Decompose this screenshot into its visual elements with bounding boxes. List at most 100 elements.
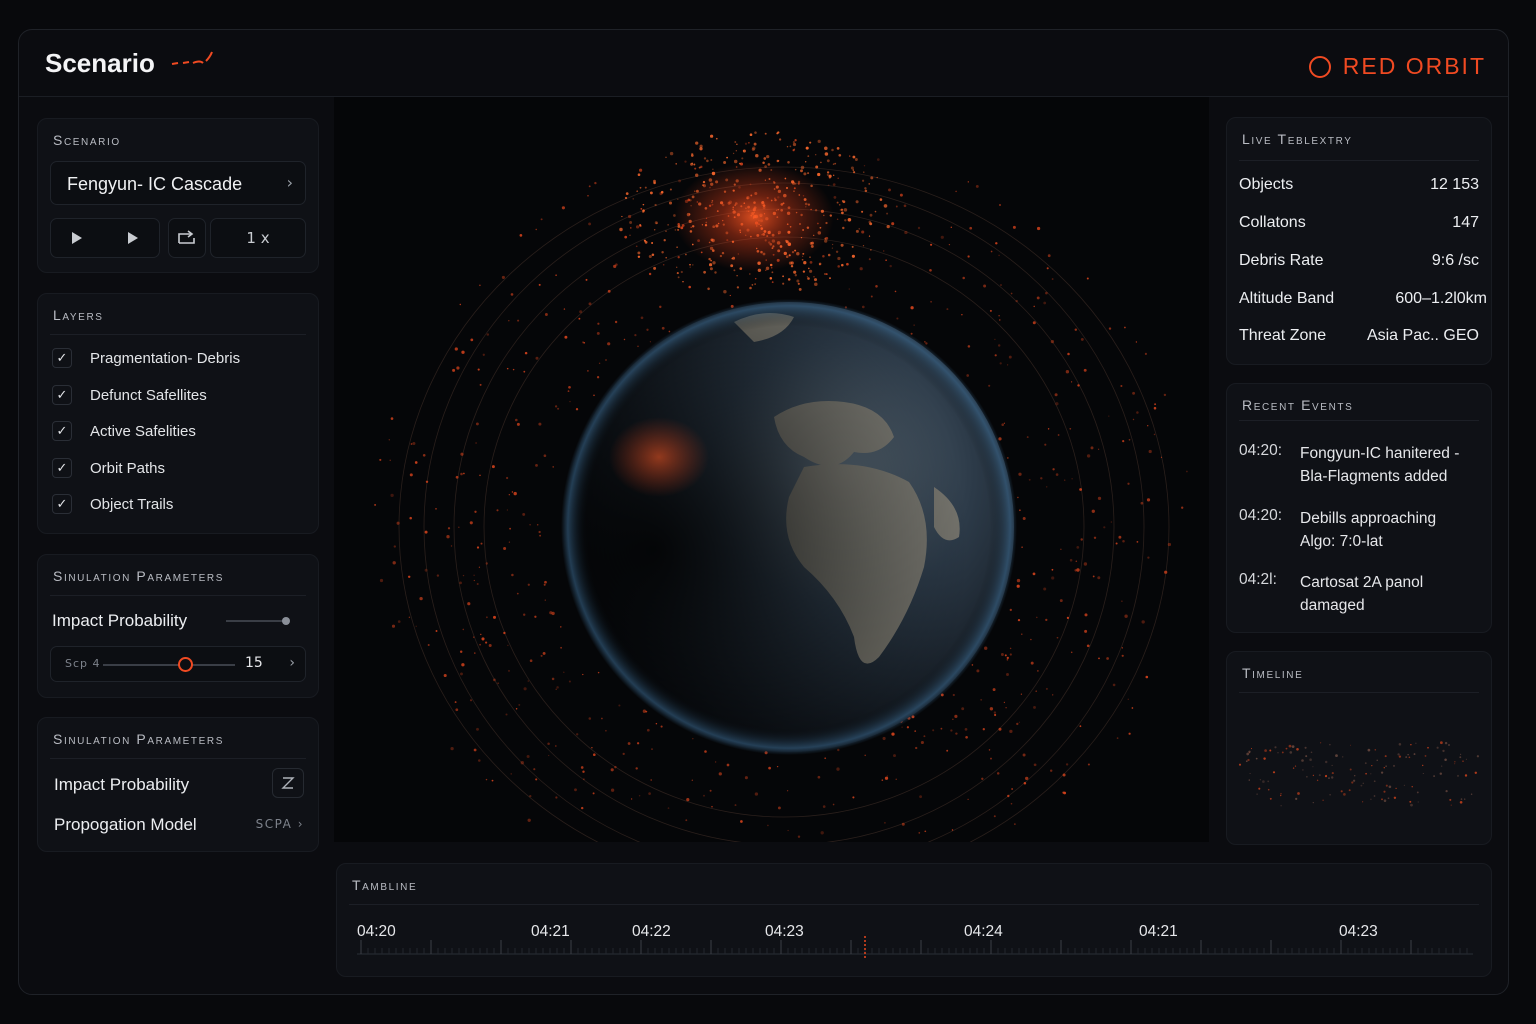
debris-particle [1040, 477, 1043, 480]
debris-particle [535, 228, 537, 231]
debris-particle [840, 243, 844, 247]
scp-slider-track[interactable] [103, 664, 235, 666]
checkbox-checked[interactable]: ✓ [52, 348, 72, 368]
debris-particle [476, 582, 479, 586]
checkbox-checked[interactable]: ✓ [52, 385, 72, 405]
debris-particle [704, 750, 707, 753]
debris-particle [396, 521, 400, 525]
debris-particle [632, 198, 634, 200]
debris-particle [826, 159, 830, 163]
debris-particle [961, 313, 963, 316]
debris-particle [1164, 570, 1168, 574]
debris-particle [965, 735, 968, 739]
timeline-point [1422, 764, 1424, 767]
debris-particle [894, 290, 897, 293]
debris-particle [450, 746, 454, 751]
debris-particle [910, 306, 914, 310]
timeline-point [1258, 787, 1261, 790]
debris-particle [477, 368, 480, 371]
timeline-point [1324, 775, 1328, 778]
step-forward-button[interactable] [107, 219, 159, 257]
debris-particle [1147, 556, 1150, 559]
debris-particle [929, 268, 932, 272]
layer-item-object-trails[interactable]: ✓ Object Trails [52, 493, 173, 515]
debris-particle [868, 235, 871, 237]
event-description: Fongyun-IC hanitered - Bla-Flagments adde… [1300, 442, 1459, 488]
debris-particle [800, 165, 805, 170]
timeline-point [1456, 774, 1460, 777]
layer-item-orbit-paths[interactable]: ✓ Orbit Paths [52, 457, 165, 479]
debris-particle [1083, 368, 1087, 372]
timeline-point [1277, 752, 1279, 754]
debris-particle [455, 708, 459, 712]
telemetry-row-threat-zone: Threat Zone Asia Pac.. GEO [1239, 327, 1479, 351]
debris-particle [509, 527, 511, 530]
debris-particle [690, 162, 694, 166]
propagation-model-select[interactable]: SCPA › [256, 817, 304, 831]
debris-particle [1086, 454, 1091, 458]
impact-probability-slider[interactable] [226, 617, 290, 625]
debris-particle [993, 711, 997, 714]
play-button[interactable] [51, 219, 103, 257]
debris-particle [891, 222, 895, 226]
timeline-point [1367, 748, 1371, 752]
debris-particle [1067, 352, 1070, 356]
debris-particle [1131, 707, 1134, 709]
debris-particle [473, 748, 477, 752]
timeline-point [1352, 779, 1356, 782]
debris-particle [988, 384, 991, 387]
debris-particle [513, 491, 517, 496]
debris-particle [646, 328, 649, 331]
debris-particle [1116, 737, 1119, 739]
debris-particle [1006, 673, 1009, 676]
layer-item-active[interactable]: ✓ Active Safelities [52, 420, 196, 442]
checkbox-checked[interactable]: ✓ [52, 494, 72, 514]
debris-particle [852, 155, 856, 159]
debris-particle [1090, 446, 1094, 450]
debris-particle [684, 160, 687, 163]
debris-particle [805, 146, 809, 150]
chevron-right-icon: › [286, 173, 293, 192]
speed-select[interactable]: 1 x [210, 218, 306, 258]
debris-particle [414, 461, 418, 464]
debris-particle [832, 803, 835, 806]
debris-particle [393, 545, 396, 548]
expand-icon[interactable] [272, 768, 304, 798]
layer-item-fragmentation[interactable]: ✓ Pragmentation- Debris [52, 347, 240, 369]
debris-particle [869, 213, 873, 217]
scp-label: Scp 4 [65, 657, 101, 670]
debris-particle [833, 174, 835, 176]
debris-particle [817, 775, 821, 779]
debris-particle [1069, 558, 1073, 562]
debris-particle [1124, 326, 1126, 329]
debris-particle [1045, 618, 1048, 622]
chevron-right-icon: › [297, 817, 304, 831]
debris-particle [560, 646, 562, 649]
debris-particle [782, 282, 785, 285]
debris-particle [473, 574, 475, 576]
timeline-point [1353, 774, 1356, 777]
checkbox-checked[interactable]: ✓ [52, 458, 72, 478]
debris-particle [515, 707, 518, 710]
repeat-button[interactable] [168, 218, 206, 258]
timeline-point [1470, 793, 1473, 795]
debris-particle [533, 768, 536, 771]
debris-particle [703, 157, 707, 160]
debris-particle [1030, 638, 1032, 641]
layer-item-defunct[interactable]: ✓ Defunct Safellites [52, 384, 207, 406]
debris-particle [1062, 773, 1066, 777]
chevron-right-icon[interactable]: › [289, 655, 295, 671]
checkbox-checked[interactable]: ✓ [52, 421, 72, 441]
debris-particle [485, 562, 489, 565]
scenario-select[interactable]: Fengyun- IC Cascade › [50, 161, 306, 205]
bottom-timeline-panel[interactable]: Tambline 04:20 04:21 04:22 04:23 04:24 0… [336, 863, 1492, 977]
timeline-point [1312, 774, 1315, 777]
debris-particle [946, 308, 949, 311]
debris-particle [636, 742, 640, 745]
debris-particle [1092, 575, 1095, 578]
globe-viewport[interactable] [334, 97, 1209, 888]
debris-particle [726, 156, 728, 159]
debris-particle [601, 717, 603, 720]
scp-slider-knob[interactable] [177, 657, 193, 672]
slider-knob[interactable] [282, 617, 290, 625]
